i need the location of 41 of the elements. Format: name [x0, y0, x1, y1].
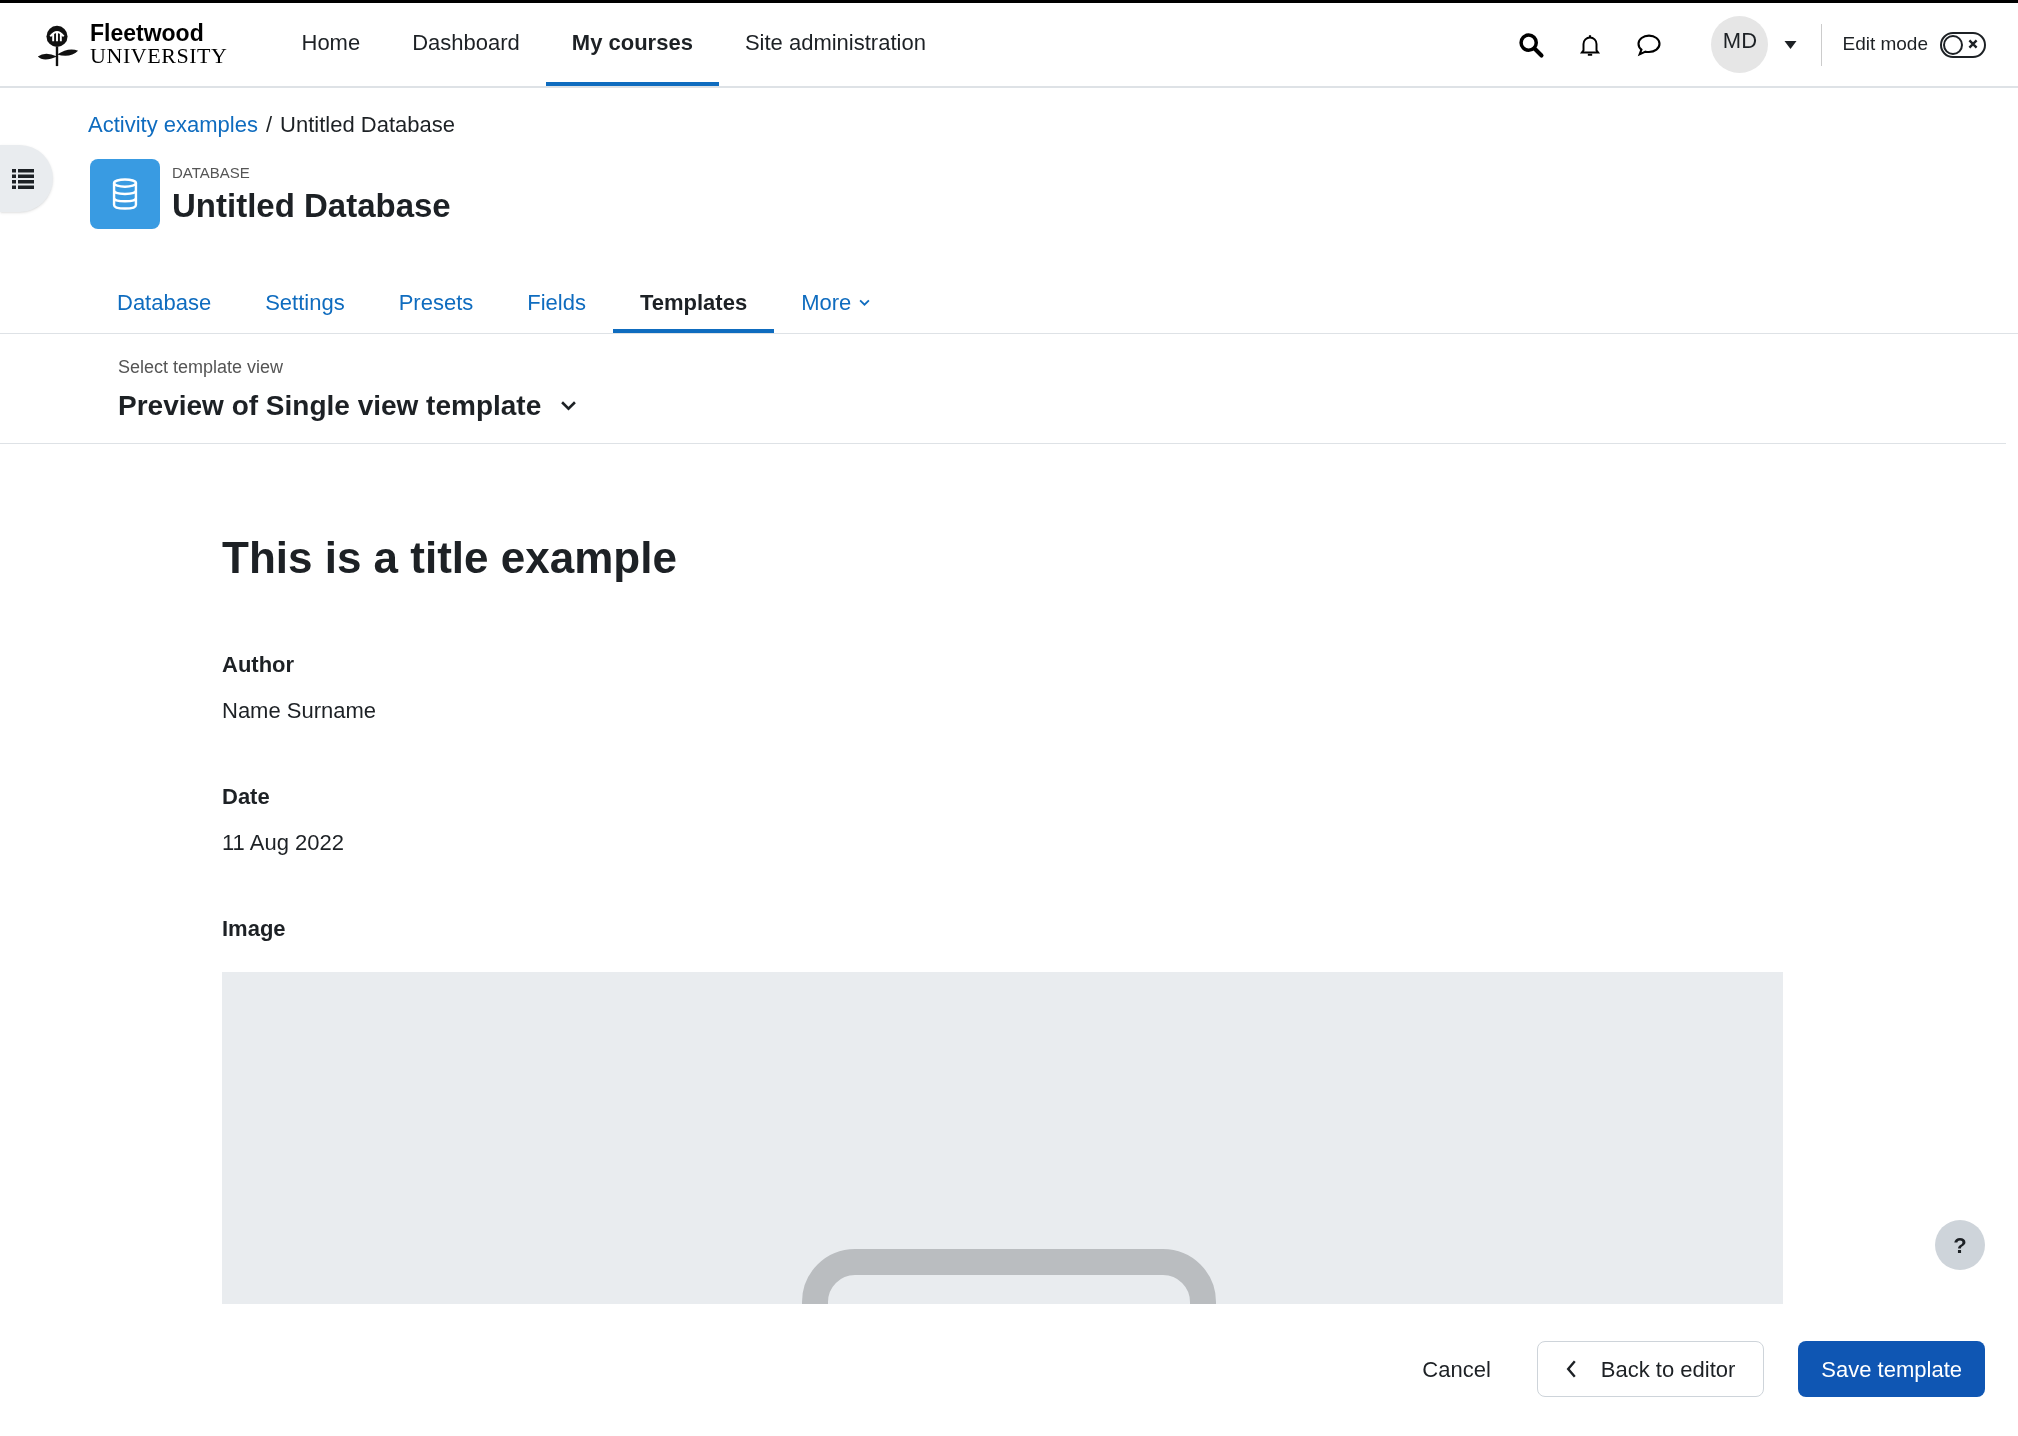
- field-label: Image: [222, 918, 287, 940]
- more-menu-tab[interactable]: More: [774, 275, 898, 333]
- activity-type-label: DATABASE: [172, 163, 251, 184]
- activity-title: Untitled Database: [172, 185, 451, 226]
- list-icon: [12, 168, 34, 189]
- close-x-icon: [1967, 37, 1979, 50]
- help-button[interactable]: ?: [1935, 1220, 1985, 1270]
- template-view-dropdown[interactable]: Preview of Single view template: [118, 385, 577, 427]
- field-label: Date: [222, 786, 271, 808]
- nav-link[interactable]: My courses: [545, 3, 719, 86]
- chevron-left-icon: [1565, 1360, 1577, 1378]
- preview-title: This is a title example: [222, 536, 678, 580]
- chevron-down-icon: [859, 298, 871, 306]
- breadcrumb-separator: /: [265, 111, 273, 139]
- chevron-down-icon: [561, 401, 577, 411]
- edit-mode-label: Edit mode: [1842, 32, 1928, 57]
- breadcrumb-current: Untitled Database: [280, 111, 455, 139]
- field-label: Author: [222, 654, 296, 676]
- tab[interactable]: Templates: [612, 275, 775, 333]
- save-template-button[interactable]: Save template: [1798, 1341, 1985, 1397]
- brand-name: Fleetwood: [90, 22, 205, 45]
- breadcrumb-link[interactable]: Activity examples: [88, 108, 258, 141]
- nav-link[interactable]: Home: [275, 3, 387, 86]
- field-value: 11 Aug 2022: [222, 832, 345, 854]
- course-index-toggle[interactable]: [0, 145, 53, 212]
- tab[interactable]: Fields: [500, 275, 613, 333]
- tab[interactable]: Settings: [238, 275, 372, 333]
- cancel-button[interactable]: Cancel: [1410, 1340, 1503, 1398]
- database-icon: [110, 177, 140, 211]
- search-icon[interactable]: [1517, 30, 1546, 59]
- nav-link[interactable]: Site administration: [718, 3, 952, 86]
- brand-subtitle: UNIVERSITY: [90, 45, 228, 67]
- nav-link[interactable]: Dashboard: [386, 3, 546, 86]
- tab[interactable]: Presets: [371, 275, 501, 333]
- edit-mode-toggle[interactable]: [1940, 31, 1986, 58]
- user-avatar[interactable]: MD: [1711, 16, 1769, 73]
- back-to-editor-button[interactable]: Back to editor: [1536, 1341, 1765, 1397]
- template-view-label: Select template view: [118, 356, 285, 379]
- caret-icon[interactable]: [1784, 40, 1798, 49]
- tab[interactable]: Database: [90, 275, 239, 333]
- field-value: Name Surname: [222, 700, 378, 722]
